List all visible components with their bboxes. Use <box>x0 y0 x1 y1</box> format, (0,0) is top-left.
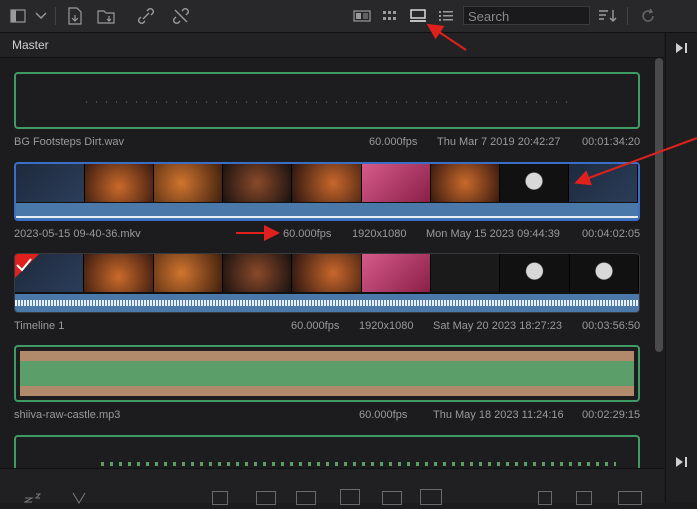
clip-date: Mon May 15 2023 09:44:39 <box>426 228 560 240</box>
audio-waveform <box>16 203 638 219</box>
clip-duration: 00:04:02:05 <box>582 228 641 240</box>
clip-tool-icon[interactable] <box>296 491 316 505</box>
clip-thumbnail-video-2[interactable] <box>14 162 640 221</box>
right-side-panel <box>665 33 697 502</box>
clip-tool-icon[interactable] <box>538 491 552 505</box>
audio-waveform <box>15 294 639 312</box>
clip-duration: 00:03:56:50 <box>582 320 641 332</box>
clip-name: BG Footsteps Dirt.wav <box>14 136 125 148</box>
clip-tool-icon[interactable] <box>382 491 402 505</box>
clip-meta-row: 2023-05-15 09-40-36.mkv 60.000fps 1920x1… <box>14 228 640 242</box>
clip-tool-icon[interactable] <box>212 491 228 505</box>
clip-date: Thu May 18 2023 11:24:16 <box>433 409 564 421</box>
clip-date: Sat May 20 2023 18:27:23 <box>433 320 563 332</box>
clip-tool-icon[interactable] <box>420 489 442 505</box>
clip-thumbnail-timeline-3[interactable] <box>14 253 640 313</box>
import-media-icon[interactable] <box>65 6 85 26</box>
filmstrip <box>15 254 639 292</box>
filmstrip-view-icon[interactable] <box>408 6 428 26</box>
clip-resolution: 1920x1080 <box>359 320 414 332</box>
clip-thumbnail-audio-1[interactable] <box>14 72 640 129</box>
clip-name: shiiva-raw-castle.mp3 <box>14 409 121 421</box>
expand-panel-icon[interactable] <box>675 41 689 59</box>
clip-tool-icon[interactable] <box>340 489 360 505</box>
metadata-view-icon[interactable] <box>352 6 372 26</box>
chevron-down-icon[interactable] <box>31 6 51 26</box>
audio-icon[interactable] <box>72 491 86 509</box>
media-pool-toolbar: Search <box>0 0 697 33</box>
unlink-icon[interactable] <box>171 6 191 26</box>
clip-resolution: 1920x1080 <box>352 228 407 240</box>
bottom-toolbar <box>0 468 664 505</box>
clip-tool-icon[interactable] <box>618 491 642 505</box>
clip-meta-row: shiiva-raw-castle.mp3 60.000fps Thu May … <box>14 409 640 423</box>
clip-duration: 00:01:34:20 <box>582 136 641 148</box>
clip-meta-row: Timeline 1 60.000fps 1920x1080 Sat May 2… <box>14 320 640 334</box>
clip-date: Thu Mar 7 2019 20:42:27 <box>437 136 561 148</box>
vertical-scrollbar[interactable] <box>655 58 663 352</box>
audio-waveform <box>86 101 576 103</box>
sleep-icon[interactable] <box>23 489 48 508</box>
clip-fps: 60.000fps <box>359 409 408 421</box>
bin-title: Master <box>12 38 49 52</box>
refresh-icon[interactable] <box>638 6 658 26</box>
clip-name: Timeline 1 <box>14 320 65 332</box>
clip-tool-icon[interactable] <box>576 491 592 505</box>
search-input[interactable]: Search <box>463 6 590 25</box>
clip-fps: 60.000fps <box>283 228 332 240</box>
thumbnail-view-icon[interactable] <box>380 6 400 26</box>
clip-thumbnail-audio-5[interactable] <box>14 435 640 468</box>
checkmark-icon <box>15 254 39 278</box>
media-pool-content: BG Footsteps Dirt.wav 60.000fps Thu Mar … <box>0 58 664 468</box>
clip-duration: 00:02:29:15 <box>582 409 641 421</box>
bin-header: Master <box>0 33 664 58</box>
link-icon[interactable] <box>136 6 156 26</box>
clip-fps: 60.000fps <box>291 320 340 332</box>
list-view-icon[interactable] <box>436 6 456 26</box>
clip-tool-icon[interactable] <box>256 491 276 505</box>
clip-meta-row: BG Footsteps Dirt.wav 60.000fps Thu Mar … <box>14 136 640 150</box>
audio-waveform <box>101 462 616 466</box>
import-folder-icon[interactable] <box>96 6 116 26</box>
clip-thumbnail-audio-4[interactable] <box>14 345 640 402</box>
expand-panel-icon[interactable] <box>675 455 689 473</box>
filmstrip <box>16 164 638 202</box>
clip-fps: 60.000fps <box>369 136 418 148</box>
clip-name: 2023-05-15 09-40-36.mkv <box>14 228 141 240</box>
audio-waveform <box>20 351 634 396</box>
sort-icon[interactable] <box>598 6 618 26</box>
sidebar-toggle-icon[interactable] <box>8 6 28 26</box>
